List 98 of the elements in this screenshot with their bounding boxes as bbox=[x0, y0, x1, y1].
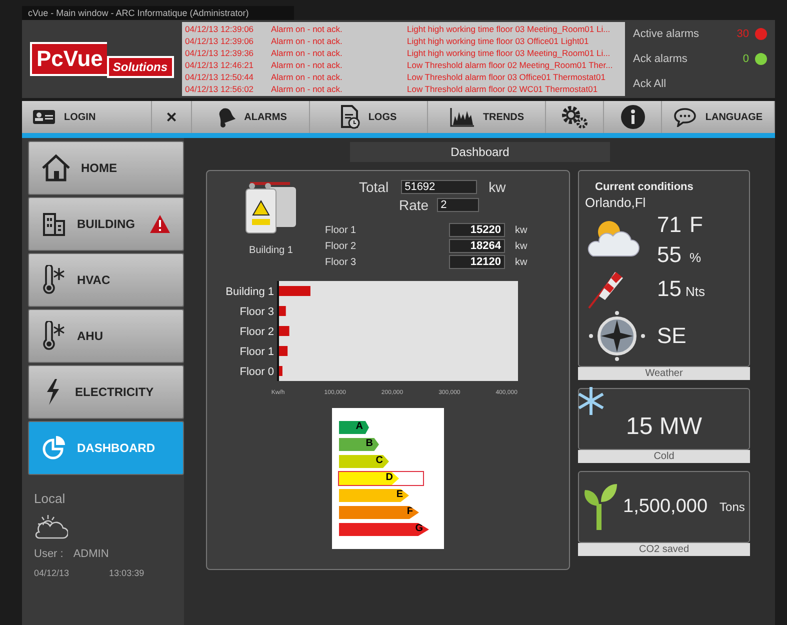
warning-icon bbox=[149, 214, 171, 234]
alarm-summary-label: Active alarms bbox=[633, 28, 700, 40]
alarm-status: Alarm on - not ack. bbox=[271, 72, 344, 82]
alarms-button[interactable]: ALARMS bbox=[192, 101, 310, 133]
bar bbox=[279, 306, 286, 316]
chart-icon bbox=[448, 107, 475, 127]
alarm-status: Alarm on - not ack. bbox=[271, 60, 344, 70]
thermometer-snowflake-icon bbox=[41, 321, 67, 351]
sprout-icon bbox=[583, 482, 619, 532]
alarm-timestamp: 04/12/13 12:39:06 bbox=[185, 36, 255, 46]
floor-display: 12120 bbox=[449, 255, 505, 269]
house-icon bbox=[41, 154, 71, 182]
sidebar-item[interactable]: AHU bbox=[28, 309, 184, 363]
category-label: Floor 0 bbox=[240, 366, 274, 378]
sidebar-item[interactable]: HVAC bbox=[28, 253, 184, 307]
rate-label: Rate bbox=[399, 197, 429, 213]
alarm-count: 0 bbox=[742, 52, 749, 65]
alarm-status: Alarm on - not ack. bbox=[271, 36, 344, 46]
co2-value: 1,500,000 bbox=[623, 496, 708, 518]
alarm-message: Light high working time floor 03 Office01 Light01 bbox=[407, 36, 589, 46]
alarm-summary-label: Ack alarms bbox=[633, 52, 688, 65]
building-name: Building 1 bbox=[249, 245, 293, 256]
alarm-timestamp: 04/12/13 12:39:36 bbox=[185, 48, 255, 58]
alarm-message: Low Threshold alarm floor 03 Office01 Thermostat01 bbox=[407, 72, 606, 82]
login-button[interactable]: LOGIN bbox=[22, 101, 152, 133]
category-label: Floor 1 bbox=[240, 346, 274, 358]
cold-value: 15 MW bbox=[626, 413, 702, 441]
close-button[interactable]: × bbox=[152, 101, 192, 133]
language-button[interactable]: LANGUAGE bbox=[662, 101, 775, 133]
id-card-icon bbox=[32, 109, 56, 125]
sidebar-item[interactable]: ELECTRICITY bbox=[28, 365, 184, 419]
co2-unit: Tons bbox=[720, 500, 745, 514]
city-name: Orlando,Fl bbox=[585, 195, 647, 210]
bar bbox=[279, 366, 282, 376]
info-button[interactable] bbox=[604, 101, 662, 133]
alarm-status: Alarm on - not ack. bbox=[271, 24, 344, 34]
trends-button[interactable]: TRENDS bbox=[428, 101, 546, 133]
total-label: Total bbox=[359, 179, 389, 195]
alarm-timestamp: 04/12/13 12:46:21 bbox=[185, 60, 255, 70]
category-label: Building 1 bbox=[226, 286, 274, 298]
alarm-status: Alarm on - not ack. bbox=[271, 84, 344, 94]
card-title: Current conditions bbox=[595, 181, 694, 193]
location-label: Local bbox=[34, 491, 66, 506]
thermometer-snowflake-icon bbox=[41, 265, 67, 295]
floor-label: Floor 2 bbox=[325, 240, 358, 252]
alarm-count: 30 bbox=[736, 28, 749, 40]
ack-all-link[interactable]: Ack All bbox=[633, 78, 767, 90]
bar bbox=[279, 346, 288, 356]
sidebar-item[interactable]: BUILDING bbox=[28, 197, 184, 251]
alarm-message: Low Threshold alarm floor 02 Meeting_Room01 Ther... bbox=[407, 60, 613, 70]
alarm-timestamp: 04/12/13 12:56:02 bbox=[185, 84, 255, 94]
wind-direction: SE bbox=[657, 323, 686, 349]
temperature-unit: F bbox=[689, 212, 703, 238]
user-label: User : bbox=[34, 548, 64, 560]
humidity-value: 55 bbox=[657, 242, 682, 268]
bar bbox=[279, 286, 310, 296]
rate-display: 2 bbox=[436, 198, 479, 212]
temperature-value: 71 bbox=[657, 212, 682, 238]
speech-bubble-icon bbox=[673, 107, 698, 127]
date-text: 04/12/13 bbox=[34, 568, 70, 578]
floor-label: Floor 1 bbox=[325, 224, 358, 236]
floor-display: 18264 bbox=[449, 239, 505, 253]
category-label: Floor 3 bbox=[240, 306, 274, 318]
logs-button[interactable]: LOGS bbox=[310, 101, 428, 133]
sidebar-item[interactable]: HOME bbox=[28, 141, 184, 195]
logo: PcVue Solutions bbox=[22, 20, 182, 98]
user-name: ADMIN bbox=[73, 548, 109, 560]
page-title: Dashboard bbox=[350, 142, 610, 162]
category-label: Floor 2 bbox=[240, 326, 274, 338]
settings-icon bbox=[560, 104, 590, 130]
info-icon bbox=[620, 104, 646, 130]
alarm-message: Light high working time floor 03 Meeting_Room01 Li... bbox=[407, 48, 610, 58]
alarm-status: Alarm on - not ack. bbox=[271, 48, 344, 58]
unit-label: kw bbox=[488, 179, 506, 195]
alarm-timestamp: 04/12/13 12:39:06 bbox=[185, 24, 255, 34]
card-caption: CO2 saved bbox=[578, 543, 750, 556]
sun-cloud-icon bbox=[34, 514, 68, 540]
floor-label: Floor 3 bbox=[325, 256, 358, 268]
time-text: 13:03:39 bbox=[109, 568, 144, 578]
card-caption: Cold bbox=[578, 450, 750, 463]
wind-speed-value: 15 bbox=[657, 276, 682, 302]
unit-label: kw bbox=[515, 256, 528, 268]
alarm-message: Light high working time floor 03 Meeting_Room01 Li... bbox=[407, 24, 610, 34]
humidity-unit: % bbox=[689, 250, 702, 265]
document-clock-icon bbox=[340, 105, 360, 129]
total-display: 51692 bbox=[400, 180, 477, 194]
window-title: cVue - Main window - ARC Informatique (Administrator) bbox=[22, 6, 294, 20]
bar bbox=[279, 326, 290, 336]
alarm-message: Low Threshold alarm floor 02 WC01 Thermostat01 bbox=[407, 84, 598, 94]
building-icon bbox=[41, 211, 67, 237]
alarm-timestamp: 04/12/13 12:50:44 bbox=[185, 72, 255, 82]
card-caption: Weather bbox=[578, 367, 750, 380]
wind-speed-unit: Nts bbox=[685, 284, 705, 299]
floor-display: 15220 bbox=[449, 223, 505, 237]
settings-button[interactable] bbox=[546, 101, 604, 133]
unit-label: kw bbox=[515, 224, 528, 236]
pie-chart-icon bbox=[41, 435, 67, 461]
unit-label: kw bbox=[515, 240, 528, 252]
